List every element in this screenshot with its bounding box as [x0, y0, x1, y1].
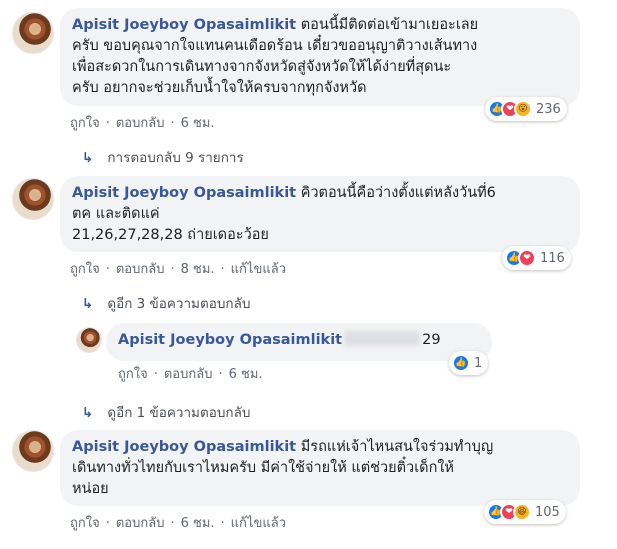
comment-text-line: หน่อย [72, 481, 109, 497]
comment-actions: ถูกใจ · ตอบกลับ · 6 ชม. [70, 116, 215, 131]
edited-label[interactable]: แก้ไขแล้ว [231, 262, 286, 277]
comment-author[interactable]: Apisit Joeyboy Opasaimlikit [72, 17, 296, 33]
reaction-count: 236 [536, 101, 561, 117]
reply-link[interactable]: ตอบกลับ [164, 367, 213, 382]
reaction-summary[interactable]: 👍 1 [449, 351, 489, 375]
comment-text-line: คิวตอนนี้คือว่างตั้งแต่หลังวันที่6 [300, 185, 496, 201]
timestamp[interactable]: 6 ชม. [229, 367, 263, 382]
comment-bubble: Apisit Joeyboy Opasaimlikit คิวตอนนี้คือ… [60, 176, 580, 252]
wow-icon: 😮 [514, 100, 532, 118]
timestamp[interactable]: 6 ชม. [181, 516, 215, 531]
comment-author[interactable]: Apisit Joeyboy Opasaimlikit [72, 439, 296, 455]
comment-actions: ถูกใจ · ตอบกลับ · 8 ชม. · แก้ไขแล้ว [70, 262, 286, 277]
edited-label[interactable]: แก้ไขแล้ว [231, 516, 286, 531]
avatar[interactable] [12, 430, 54, 472]
comment-author[interactable]: Apisit Joeyboy Opasaimlikit [72, 185, 296, 201]
comment-author[interactable]: Apisit Joeyboy Opasaimlikit [118, 332, 342, 348]
like-link[interactable]: ถูกใจ [118, 367, 148, 382]
comment-bubble: Apisit Joeyboy Opasaimlikit มีรถแห่เจ้าไ… [60, 430, 580, 506]
reply-link[interactable]: ตอบกลับ [116, 116, 165, 131]
avatar[interactable] [12, 12, 54, 54]
comment-text-line: ครับ อยากจะช่วยเก็บน้ำใจให้ครบจากทุกจังห… [72, 80, 367, 96]
timestamp[interactable]: 6 ชม. [181, 116, 215, 131]
reaction-count: 116 [540, 250, 565, 266]
view-replies-link[interactable]: ↳ การตอบกลับ 9 รายการ [82, 146, 244, 168]
reply-link[interactable]: ตอบกลับ [116, 262, 165, 277]
comment-text: 29 [422, 332, 441, 348]
avatar[interactable] [76, 327, 102, 353]
love-icon: ❤ [518, 249, 536, 267]
reaction-summary[interactable]: 👍 ❤ 116 [502, 246, 571, 270]
reply-arrow-icon: ↳ [82, 150, 94, 166]
comment-text-line: เพื่อสะดวกในการเดินทางจากจังหวัดสู่จังหว… [72, 59, 452, 75]
comment-text-line: ตค และติดแค่ [72, 206, 160, 222]
comment-text-line: เดินทางทั่วไทยกับเราไหมครับ มีค่าใช้จ่าย… [72, 460, 454, 476]
redacted-mention [344, 331, 421, 346]
like-link[interactable]: ถูกใจ [70, 262, 100, 277]
comment-text-line: ครับ ขอบคุณจากใจแทนคนเดือดร้อน เดี๋ยวขออ… [72, 38, 478, 54]
reaction-summary[interactable]: 👍 ❤ 😆 105 [484, 500, 566, 524]
like-icon: 👍 [452, 354, 470, 372]
comment-bubble: Apisit Joeyboy Opasaimlikit ตอนนี้มีติดต… [60, 8, 580, 106]
reply-arrow-icon: ↳ [82, 405, 94, 421]
comment-text-line: 21,26,27,28,28 ถ่ายเดอะว้อย [72, 227, 269, 243]
like-link[interactable]: ถูกใจ [70, 116, 100, 131]
timestamp[interactable]: 8 ชม. [181, 262, 215, 277]
comment-text-line: ตอนนี้มีติดต่อเข้ามาเยอะเลย [300, 17, 479, 33]
comment-bubble: Apisit Joeyboy Opasaimlikit 29 [106, 323, 492, 361]
reaction-summary[interactable]: 👍 ❤ 😮 236 [485, 97, 567, 121]
comment-text-line: มีรถแห่เจ้าไหนสนใจร่วมทำบุญ [300, 439, 494, 455]
avatar[interactable] [12, 178, 54, 220]
haha-icon: 😆 [513, 503, 531, 521]
reaction-count: 1 [474, 355, 483, 371]
view-replies-link[interactable]: ↳ ดูอีก 1 ข้อความตอบกลับ [82, 401, 250, 423]
view-replies-link[interactable]: ↳ ดูอีก 3 ข้อความตอบกลับ [82, 292, 250, 314]
like-link[interactable]: ถูกใจ [70, 516, 100, 531]
reaction-count: 105 [535, 504, 560, 520]
reply-link[interactable]: ตอบกลับ [116, 516, 165, 531]
comment-actions: ถูกใจ · ตอบกลับ · 6 ชม. [118, 367, 263, 382]
comment-actions: ถูกใจ · ตอบกลับ · 6 ชม. · แก้ไขแล้ว [70, 516, 286, 531]
reply-arrow-icon: ↳ [82, 296, 94, 312]
